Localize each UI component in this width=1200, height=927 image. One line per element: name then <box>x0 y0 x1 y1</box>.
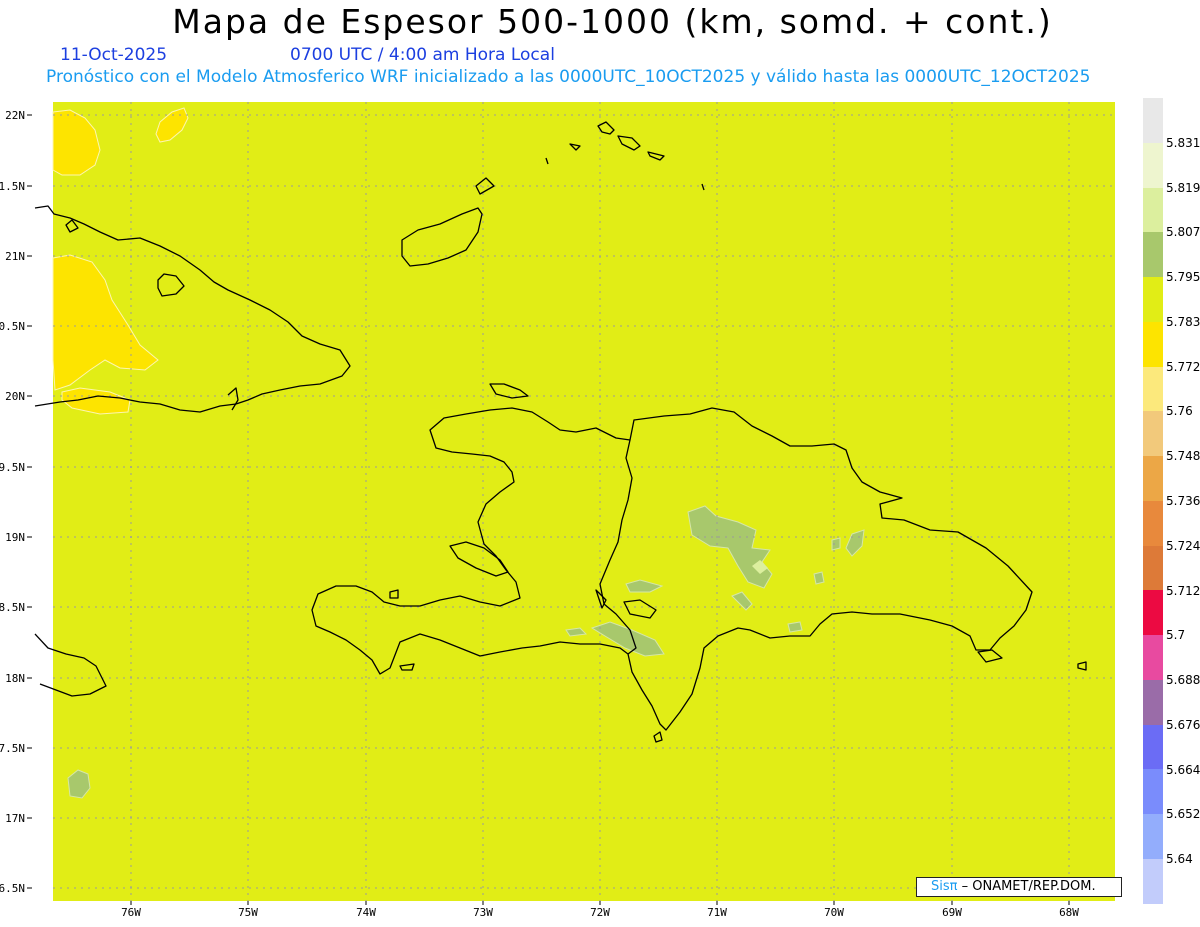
lon-label: 76W <box>121 906 141 919</box>
colorbar-label: 5.664 <box>1166 762 1200 777</box>
colorbar-label: 5.76 <box>1166 404 1193 419</box>
lat-label: 17N <box>5 812 25 825</box>
cool-region-east2 <box>831 537 841 551</box>
colorbar-swatch <box>1143 321 1163 367</box>
org-label: – ONAMET/REP.DOM. <box>961 879 1096 894</box>
lon-label: 69W <box>942 906 962 919</box>
lon-label: 73W <box>473 906 493 919</box>
colorbar-swatch <box>1143 769 1163 815</box>
colorbar-swatch <box>1143 187 1163 233</box>
lat-label: 21N <box>5 250 25 263</box>
lon-ticks <box>130 901 1070 905</box>
colorbar-label: 5.736 <box>1166 494 1200 508</box>
lon-label: 70W <box>824 906 844 919</box>
cool-region-small2 <box>813 571 825 585</box>
colorbar-swatch <box>1143 545 1163 591</box>
colorbar-label: 5.831 <box>1166 135 1200 150</box>
colorbar-label: 5.772 <box>1166 359 1200 374</box>
colorbar-label: 5.807 <box>1166 225 1200 240</box>
colorbar-label: 5.64 <box>1166 852 1193 867</box>
colorbar-label: 5.795 <box>1166 270 1200 285</box>
credit-badge: Sisπ – ONAMET/REP.DOM. <box>916 877 1122 897</box>
lat-ticks <box>27 114 32 889</box>
colorbar-label: 5.676 <box>1166 717 1200 732</box>
cool-region-small3 <box>787 621 803 633</box>
colorbar <box>1143 98 1163 904</box>
colorbar-swatch <box>1143 679 1163 725</box>
colorbar-swatch <box>1143 500 1163 546</box>
colorbar-swatch <box>1143 232 1163 278</box>
lat-label: 6.5N <box>0 882 25 895</box>
colorbar-swatch <box>1143 859 1163 904</box>
lat-label: 7.5N <box>0 742 25 755</box>
colorbar-label: 5.819 <box>1166 180 1200 195</box>
colorbar-swatch <box>1143 98 1163 143</box>
colorbar-swatch <box>1143 411 1163 457</box>
colorbar-label: 5.748 <box>1166 449 1200 464</box>
lat-label: 19N <box>5 531 25 544</box>
lat-label: 0.5N <box>0 320 25 333</box>
colorbar-swatch <box>1143 142 1163 188</box>
lat-label: 8.5N <box>0 601 25 614</box>
colorbar-swatch <box>1143 635 1163 680</box>
colorbar-label: 5.7 <box>1166 628 1186 643</box>
lat-label: 18N <box>5 672 25 685</box>
colorbar-label: 5.652 <box>1166 807 1200 822</box>
lat-labels: 22N 1.5N 21N 0.5N 20N 9.5N 19N 8.5N 18N … <box>0 109 25 895</box>
lon-label: 75W <box>238 906 258 919</box>
lon-label: 71W <box>707 906 727 919</box>
colorbar-swatch <box>1143 724 1163 770</box>
colorbar-swatch <box>1143 814 1163 860</box>
lon-label: 68W <box>1059 906 1079 919</box>
colorbar-label: 5.783 <box>1166 314 1200 329</box>
thickness-field <box>53 102 1115 901</box>
colorbar-swatch <box>1143 456 1163 501</box>
lon-label: 72W <box>590 906 610 919</box>
lat-label: 20N <box>5 390 25 403</box>
colorbar-label: 5.712 <box>1166 583 1200 598</box>
colorbar-swatch <box>1143 277 1163 322</box>
lat-label: 9.5N <box>0 461 25 474</box>
lon-label: 74W <box>356 906 376 919</box>
brand-label: Sisπ <box>931 879 958 894</box>
colorbar-swatch <box>1143 366 1163 412</box>
colorbar-swatch <box>1143 590 1163 636</box>
colorbar-label: 5.688 <box>1166 673 1200 688</box>
lon-labels: 76W 75W 74W 73W 72W 71W 70W 69W 68W <box>121 906 1079 919</box>
colorbar-label: 5.724 <box>1166 538 1200 553</box>
thickness-map: 22N 1.5N 21N 0.5N 20N 9.5N 19N 8.5N 18N … <box>0 102 1115 919</box>
lat-label: 22N <box>5 109 25 122</box>
lat-label: 1.5N <box>0 180 25 193</box>
